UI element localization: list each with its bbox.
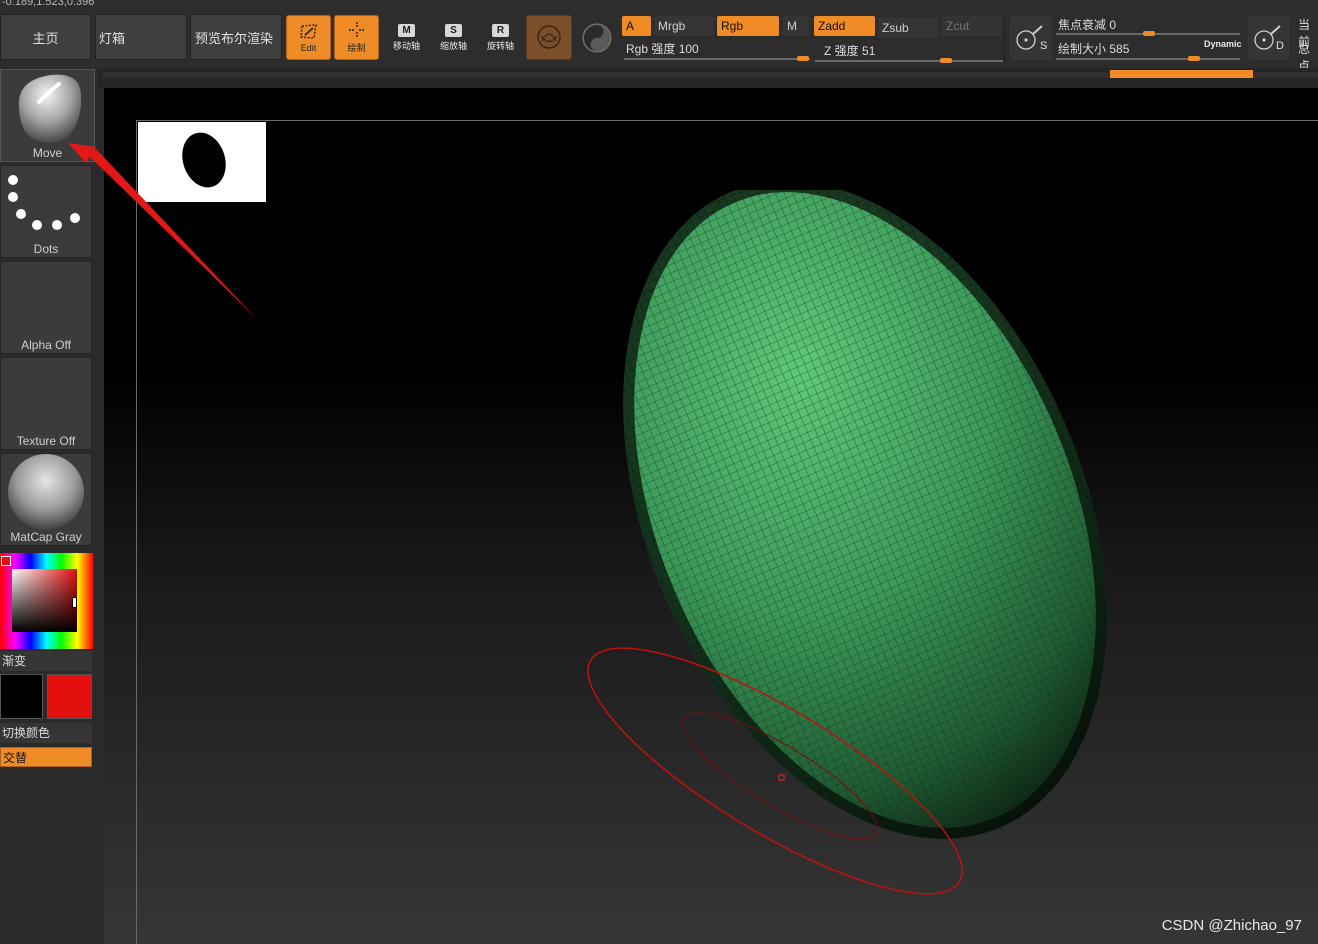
- focal-shift-slider[interactable]: 焦点衰减 0: [1058, 16, 1116, 33]
- zsub-toggle[interactable]: Zsub: [878, 18, 938, 38]
- z-intensity-track[interactable]: [815, 60, 1003, 62]
- color-sphere-icon[interactable]: [581, 22, 613, 54]
- canvas-frame-top: [136, 120, 1318, 121]
- alpha-label: Alpha Off: [21, 338, 71, 352]
- d-brush-letter: D: [1276, 40, 1284, 52]
- rgb-intensity-handle[interactable]: [797, 56, 809, 61]
- material-button[interactable]: [526, 15, 572, 60]
- z-intensity-label: Z 强度: [824, 44, 859, 58]
- texture-label: Texture Off: [16, 434, 76, 448]
- z-intensity-handle[interactable]: [940, 58, 952, 63]
- color-swatch-marker: [1, 556, 11, 566]
- scale-gizmo-label: 缩放轴: [439, 40, 467, 51]
- lightbox-button[interactable]: 灯箱: [95, 14, 187, 60]
- bpr-render-button-label: 预览布尔渲染: [195, 30, 274, 46]
- switch-color-button[interactable]: 切换颜色: [0, 723, 92, 743]
- rotate-gizmo-button[interactable]: R 旋转轴: [478, 15, 523, 60]
- rgb-intensity-label: Rgb 强度: [626, 42, 676, 56]
- d-brush-button[interactable]: D: [1248, 16, 1290, 60]
- texture-slot[interactable]: Texture Off: [0, 357, 92, 450]
- focal-shift-value: 0: [1109, 18, 1117, 32]
- draw-size-handle[interactable]: [1188, 56, 1200, 61]
- move-key-icon: M: [398, 23, 415, 37]
- main-color-swatch[interactable]: [0, 674, 43, 719]
- rgb-intensity-value: 100: [678, 42, 699, 56]
- s-brush-letter: S: [1040, 40, 1048, 52]
- move-gizmo-button[interactable]: M 移动轴: [384, 15, 429, 60]
- edit-icon: [299, 23, 317, 39]
- a-mode-toggle[interactable]: A: [622, 16, 651, 36]
- draw-button[interactable]: 绘制: [334, 15, 379, 60]
- lightbox-button-label: 灯箱: [99, 30, 126, 46]
- gradient-toggle[interactable]: 渐变: [0, 651, 92, 671]
- home-button[interactable]: 主页: [0, 14, 91, 60]
- bpr-render-button[interactable]: 预览布尔渲染: [190, 14, 282, 60]
- draw-size-value: 585: [1109, 42, 1130, 56]
- annotation-arrow: [68, 143, 255, 317]
- material-slot[interactable]: MatCap Gray: [0, 453, 92, 546]
- alternate-toggle[interactable]: 交替: [0, 747, 92, 767]
- rotate-gizmo-label: 旋转轴: [486, 40, 514, 51]
- draw-icon: [348, 22, 365, 38]
- z-intensity-value: 51: [862, 44, 876, 58]
- draw-size-track[interactable]: [1056, 58, 1240, 60]
- draw-size-slider[interactable]: 绘制大小 585: [1058, 40, 1129, 57]
- color-picker-cursor[interactable]: [72, 597, 77, 608]
- move-gizmo-label: 移动轴: [392, 40, 420, 51]
- material-sphere-icon: [537, 25, 561, 49]
- color-picker-sv-square[interactable]: [12, 569, 77, 632]
- edit-button[interactable]: Edit: [286, 15, 331, 60]
- rgb-intensity-track[interactable]: [624, 58, 810, 60]
- focal-shift-handle[interactable]: [1143, 31, 1155, 36]
- brush-cursor: [587, 647, 963, 895]
- move-brush-icon: [18, 74, 82, 143]
- draw-button-label: 绘制: [347, 43, 366, 53]
- zcut-toggle[interactable]: Zcut: [942, 16, 1002, 36]
- matcap-sphere-icon: [8, 454, 84, 530]
- material-label: MatCap Gray: [10, 530, 82, 544]
- z-intensity-slider[interactable]: Z 强度 51: [824, 42, 875, 59]
- focal-shift-label: 焦点衰减: [1058, 18, 1107, 32]
- cursor-coordinates: -0.189,1.523,0.396: [2, 0, 95, 8]
- m-toggle[interactable]: M: [783, 16, 809, 36]
- secondary-color-swatch[interactable]: [47, 674, 92, 719]
- mrgb-toggle[interactable]: Mrgb: [654, 16, 714, 36]
- draw-size-label: 绘制大小: [1058, 42, 1107, 56]
- rgb-intensity-slider[interactable]: Rgb 强度 100: [626, 40, 699, 57]
- scale-key-icon: S: [445, 23, 462, 37]
- home-button-label: 主页: [32, 30, 59, 46]
- scale-gizmo-button[interactable]: S 缩放轴: [431, 15, 476, 60]
- s-brush-button[interactable]: S: [1010, 16, 1052, 60]
- edit-button-label: Edit: [300, 42, 317, 53]
- progress-indicator: [1110, 70, 1253, 78]
- dynamic-toggle[interactable]: Dynamic: [1204, 39, 1242, 49]
- rgb-toggle[interactable]: Rgb: [717, 16, 779, 36]
- watermark-text: CSDN @Zhichao_97: [1161, 917, 1302, 934]
- rotate-key-icon: R: [492, 23, 509, 37]
- zadd-toggle[interactable]: Zadd: [814, 16, 875, 36]
- divider: [1004, 14, 1005, 62]
